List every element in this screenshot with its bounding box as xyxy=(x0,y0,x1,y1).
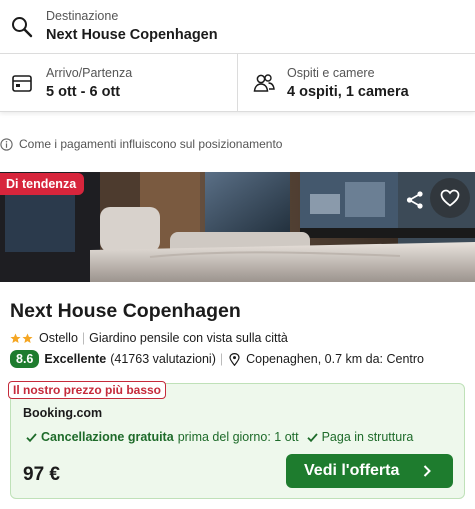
search-summary-card: Destinazione Next House Copenhagen Arriv… xyxy=(0,0,475,112)
ranking-info-text: Come i pagamenti influiscono sul posizio… xyxy=(19,137,283,151)
chevron-right-icon xyxy=(423,465,431,477)
pin-icon xyxy=(229,352,240,366)
view-offer-button[interactable]: Vedi l'offerta xyxy=(286,454,453,488)
property-feature: Giardino pensile con vista sulla città xyxy=(89,331,288,345)
rating-row: 8.6 Excellente (41763 valutazioni) | Cop… xyxy=(10,350,424,368)
separator: | xyxy=(81,331,86,345)
guests-field[interactable]: Ospiti e camere 4 ospiti, 1 camera xyxy=(239,54,475,111)
trending-badge: Di tendenza xyxy=(0,173,85,195)
info-icon xyxy=(0,137,13,151)
property-type: Ostello xyxy=(39,331,78,345)
lowest-price-tag: Il nostro prezzo più basso xyxy=(8,381,167,399)
guests-value: 4 ospiti, 1 camera xyxy=(287,84,409,100)
guests-icon xyxy=(253,74,275,92)
star-rating xyxy=(10,333,34,344)
ranking-info-link[interactable]: Come i pagamenti influiscono sul posizio… xyxy=(0,136,282,152)
search-icon xyxy=(12,17,33,38)
calendar-icon xyxy=(12,75,32,92)
cancellation-deadline: prima del giorno: 1 ott xyxy=(177,430,299,444)
hotel-name[interactable]: Next House Copenhagen xyxy=(10,300,241,323)
destination-label: Destinazione xyxy=(46,9,119,23)
dates-label: Arrivo/Partenza xyxy=(46,66,133,80)
review-count[interactable]: (41763 valutazioni) xyxy=(110,352,216,366)
share-button[interactable] xyxy=(399,184,431,216)
free-cancellation-label: Cancellazione gratuita xyxy=(41,430,174,444)
check-icon xyxy=(26,432,37,442)
view-offer-label: Vedi l'offerta xyxy=(304,462,400,479)
star-icon xyxy=(10,333,21,343)
dates-value: 5 ott - 6 ott xyxy=(46,84,121,100)
destination-value: Next House Copenhagen xyxy=(46,27,218,43)
pay-at-property-label: Paga in struttura xyxy=(321,430,414,444)
dates-field[interactable]: Arrivo/Partenza 5 ott - 6 ott xyxy=(0,54,238,111)
separator: | xyxy=(219,352,224,366)
score-badge: 8.6 xyxy=(10,350,40,368)
favorite-button[interactable] xyxy=(430,178,470,218)
hotel-meta: Ostello | Giardino pensile con vista sul… xyxy=(10,331,288,345)
provider-name: Booking.com xyxy=(23,406,103,420)
price: 97 € xyxy=(23,464,60,485)
destination-field[interactable]: Destinazione Next House Copenhagen xyxy=(0,0,475,54)
location-text[interactable]: Copenaghen, 0.7 km da: Centro xyxy=(246,352,424,366)
heart-icon xyxy=(440,189,460,207)
check-icon xyxy=(306,432,318,442)
star-icon xyxy=(22,333,33,343)
deal-benefits: Cancellazione gratuita prima del giorno:… xyxy=(26,430,413,444)
guests-label: Ospiti e camere xyxy=(287,66,375,80)
share-icon xyxy=(406,191,423,209)
rating-word: Excellente xyxy=(44,352,107,366)
